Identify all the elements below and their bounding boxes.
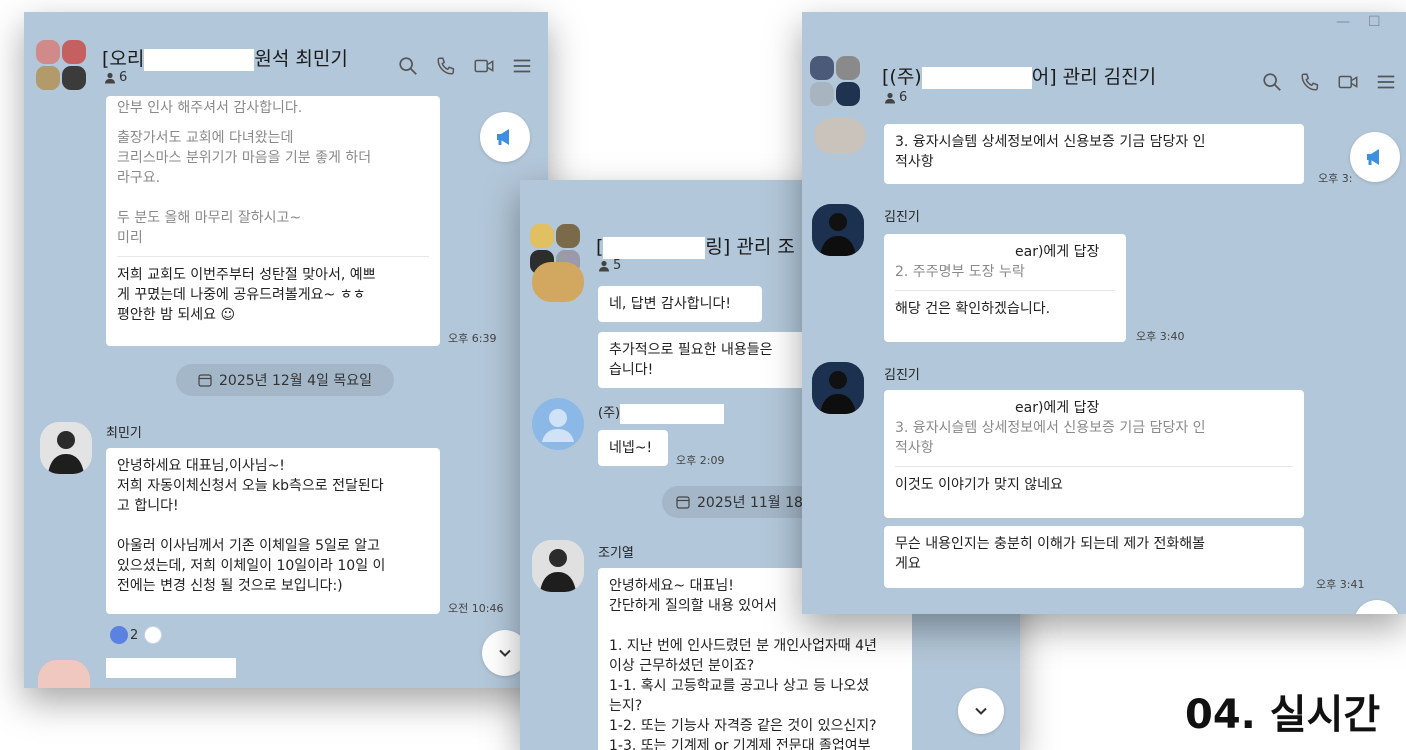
scroll-down-button[interactable] [958,688,1004,734]
message-time: 오후 3:41 [1316,578,1365,591]
calendar-icon [676,496,690,509]
video-icon[interactable] [1336,70,1360,94]
reply-target: ear)에게 답장 [895,398,1293,418]
message-bubble[interactable]: 네넵~! [598,430,668,466]
avatar[interactable] [40,422,92,474]
reply-bubble[interactable]: ear)에게 답장 2. 주주명부 도장 누락 해당 건은 확인하겠습니다. [884,234,1126,342]
avatar[interactable] [812,362,864,414]
reaction-like[interactable]: 2 [110,626,138,644]
message-text: 안부 인사 해주셔서 감사합니다. [117,100,303,116]
message-bubble[interactable]: 추가적으로 필요한 내용들은 습니다! [598,332,818,388]
redacted-name [106,658,236,678]
reply-text: 저희 교회도 이번주부터 성탄절 맞아서, 예쁘 게 꾸몄는데 나중에 공유드려… [117,267,376,323]
chevron-down-icon [499,649,511,657]
chat-header: — ☐ [(주) 어] 관리 김진기 6 [802,12,1406,116]
sender-name: 조기열 [598,546,634,561]
person-icon [599,260,609,271]
chat-title: [링] 관리 조 [596,236,795,259]
message-time: 오후 3:40 [1136,330,1185,343]
person-icon [105,72,115,83]
menu-icon[interactable] [1374,70,1398,94]
message-time: 오전 10:46 [448,602,504,615]
menu-icon[interactable] [510,54,534,78]
message-time: 오후 2:09 [676,454,725,467]
member-count[interactable]: 5 [598,258,621,273]
phone-icon[interactable] [434,54,458,78]
notice-button[interactable] [480,112,530,162]
message-bubble-reply[interactable]: 안부 인사 해주셔서 감사합니다. 출장가서도 교회에 다녀왔는데 크리스마스 … [106,96,440,346]
avatar[interactable] [532,540,584,592]
chat-window-left: [오리 원석 최민기 6 안부 인사 해주셔서 감사합니다. 출장가서도 교회에… [24,12,548,688]
sender-name: 김진기 [884,368,920,383]
chat-title: [(주) 어] 관리 김진기 [882,66,1157,89]
thumbs-up-icon [110,626,128,644]
quoted-text: 출장가서도 교회에 다녀왔는데 크리스마스 분위기가 마음을 기분 좋게 하더 … [117,130,372,246]
reply-target: ear)에게 답장 [895,242,1115,262]
member-count[interactable]: 6 [104,70,127,85]
avatar[interactable] [532,398,584,450]
avatar[interactable] [532,262,584,302]
date-divider: 2025년 12월 4일 목요일 [176,364,394,396]
chevron-down-icon [975,707,987,715]
maximize-button[interactable]: ☐ [1368,14,1381,30]
avatar[interactable] [812,204,864,256]
notice-button[interactable] [1350,132,1400,182]
message-bubble[interactable]: 무슨 내용인지는 충분히 이해가 되는데 제가 전화해볼 게요 [884,526,1304,588]
message-bubble[interactable]: 3. 융자시슬템 상세정보에서 신용보증 기금 담당자 인 적사항 [884,124,1304,184]
screenshot-collage: [오리 원석 최민기 6 안부 인사 해주셔서 감사합니다. 출장가서도 교회에… [0,0,1406,750]
calendar-icon [198,374,212,387]
avatar[interactable] [38,660,90,688]
section-label: 04. 실시간 [1185,692,1381,738]
search-icon[interactable] [396,54,420,78]
group-avatar[interactable] [810,56,862,108]
reaction-bar[interactable]: 2 [110,624,163,646]
minimize-button[interactable]: — [1336,14,1350,30]
message-time: 오후 6:39 [448,332,497,345]
avatar[interactable] [814,118,866,154]
phone-icon[interactable] [1298,70,1322,94]
notice-megaphone-icon [1367,149,1379,165]
person-icon [885,92,895,103]
message-bubble[interactable]: 네, 답변 감사합니다! [598,286,762,322]
member-count[interactable]: 6 [884,90,907,105]
message-bubble[interactable]: 안녕하세요 대표님,이사님~! 저희 자동이체신청서 오늘 kb측으로 전달된다… [106,448,440,614]
reply-bubble[interactable]: ear)에게 답장 3. 융자시슬템 상세정보에서 신용보증 기금 담당자 인 … [884,390,1304,518]
scroll-down-button[interactable] [1354,600,1400,614]
chat-window-right: — ☐ [(주) 어] 관리 김진기 6 3. 융자시슬템 상세정보에서 신용보… [802,12,1406,614]
sender-name: 김진기 [884,210,920,225]
sender-name: 최민기 [106,426,142,441]
chat-title: [오리 원석 최민기 [102,48,348,71]
add-reaction-person-icon[interactable] [144,626,163,644]
sender-name: (주) [598,402,725,424]
message-time: 오후 3: [1318,172,1353,185]
group-avatar[interactable] [36,40,88,92]
search-icon[interactable] [1260,70,1284,94]
video-icon[interactable] [472,54,496,78]
notice-megaphone-icon [497,129,509,145]
